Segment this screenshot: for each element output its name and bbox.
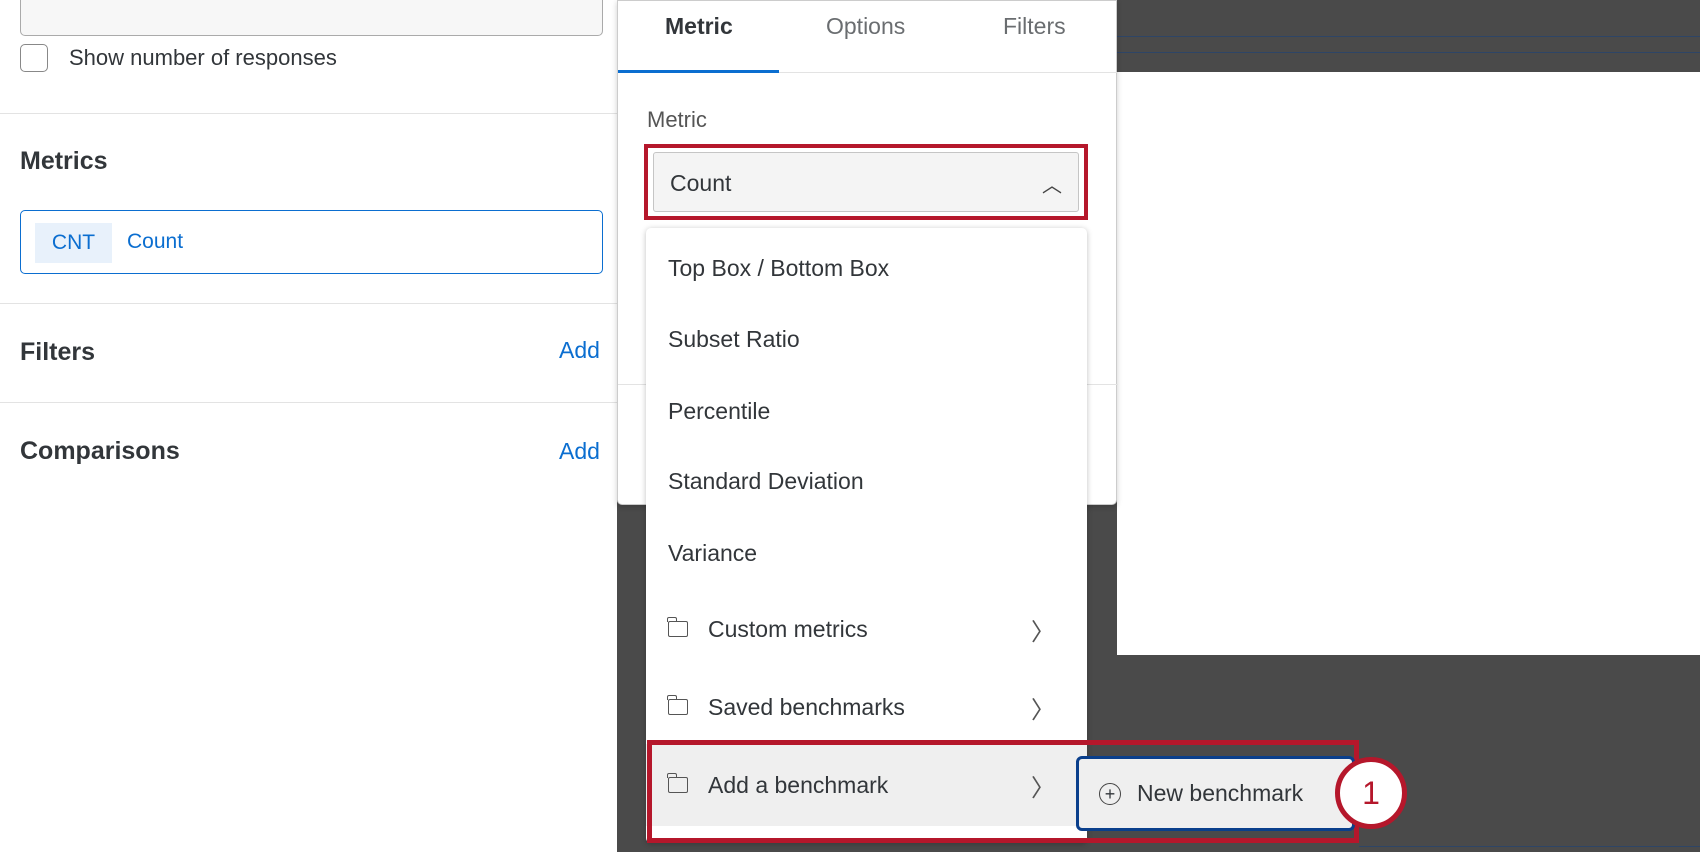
- chevron-right-icon: 〉: [1031, 618, 1055, 646]
- widget-settings-panel: Show number of responses Metrics CNT Cou…: [0, 0, 617, 852]
- metrics-heading: Metrics: [20, 147, 108, 175]
- dropdown-item[interactable]: Percentile: [646, 381, 1087, 441]
- tab-metric[interactable]: Metric: [665, 13, 733, 40]
- dropdown-item-saved-benchmarks[interactable]: Saved benchmarks 〉: [646, 677, 1087, 737]
- metric-abbr-badge: CNT: [35, 223, 112, 263]
- divider: [0, 113, 617, 114]
- item-label: Standard Deviation: [668, 467, 864, 494]
- show-responses-label: Show number of responses: [69, 45, 337, 70]
- item-label: Subset Ratio: [668, 325, 800, 352]
- item-label: Percentile: [668, 397, 771, 424]
- folder-icon: [667, 695, 688, 715]
- canvas-top-line: [1117, 52, 1700, 53]
- tab-options[interactable]: Options: [826, 13, 905, 40]
- dropdown-item[interactable]: Variance: [646, 523, 1087, 583]
- canvas-bottom-line: [1359, 846, 1700, 847]
- chevron-up-icon: ︿: [1042, 175, 1062, 197]
- active-tab-indicator: [618, 70, 779, 73]
- comparisons-add-link[interactable]: Add: [559, 438, 600, 465]
- divider: [0, 303, 617, 304]
- chevron-right-icon: 〉: [1031, 696, 1055, 724]
- filters-heading: Filters: [20, 338, 96, 366]
- metric-field-label: Metric: [647, 107, 707, 132]
- metric-chip[interactable]: CNT Count: [20, 210, 603, 274]
- divider: [0, 402, 617, 403]
- metric-select-highlight: Count ︿: [644, 144, 1088, 220]
- show-responses-checkbox[interactable]: [20, 44, 48, 72]
- new-benchmark-label: New benchmark: [1137, 780, 1304, 806]
- dropdown-item[interactable]: Subset Ratio: [646, 309, 1087, 369]
- filters-add-link[interactable]: Add: [559, 337, 600, 364]
- item-label: Top Box / Bottom Box: [668, 254, 890, 281]
- metric-chip-label: Count: [127, 230, 184, 253]
- new-benchmark-button[interactable]: + New benchmark: [1076, 756, 1355, 831]
- comparisons-heading: Comparisons: [20, 437, 180, 465]
- text-input[interactable]: [20, 0, 603, 36]
- item-label: Variance: [668, 539, 758, 566]
- item-label: Custom metrics: [708, 615, 868, 642]
- dropdown-item[interactable]: Standard Deviation: [646, 451, 1087, 511]
- step-number-badge: 1: [1335, 757, 1407, 829]
- dropdown-item[interactable]: Top Box / Bottom Box: [646, 238, 1087, 298]
- item-label: Saved benchmarks: [708, 693, 905, 720]
- plus-circle-icon: +: [1099, 782, 1121, 805]
- tab-filters[interactable]: Filters: [1003, 13, 1066, 40]
- folder-icon: [667, 617, 688, 637]
- metric-select-value: Count: [670, 170, 732, 196]
- dropdown-item-custom-metrics[interactable]: Custom metrics 〉: [646, 599, 1087, 659]
- widget-preview-area: [1117, 72, 1700, 655]
- metric-select[interactable]: Count ︿: [653, 152, 1079, 212]
- canvas-top-line: [1117, 36, 1700, 37]
